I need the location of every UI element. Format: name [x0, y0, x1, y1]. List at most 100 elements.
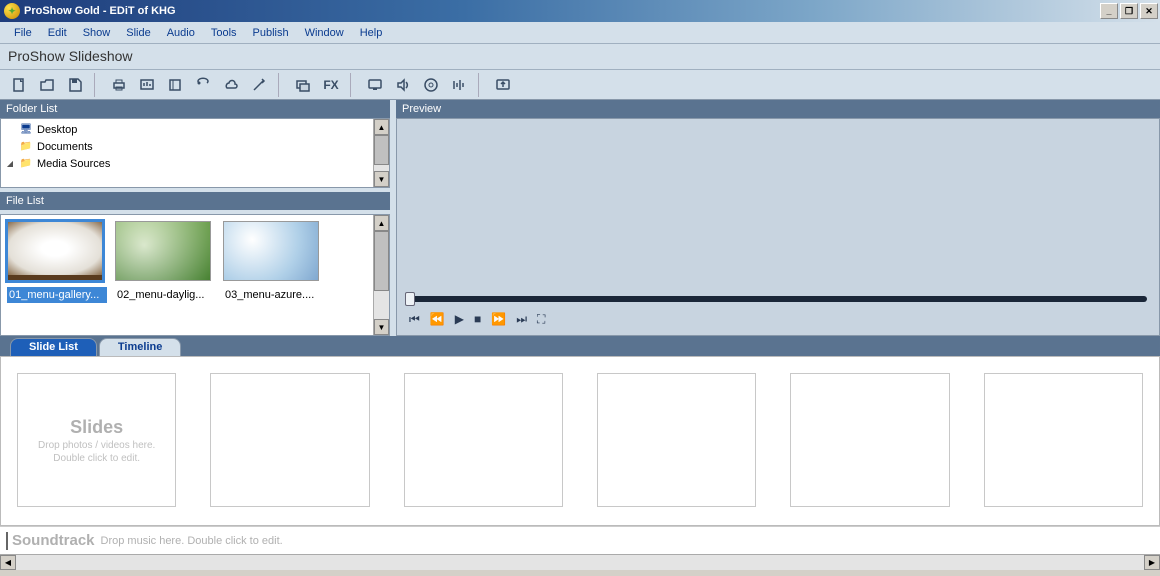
- folder-scrollbar[interactable]: ▲ ▼: [373, 119, 389, 187]
- wizard-icon[interactable]: [134, 73, 160, 97]
- menu-window[interactable]: Window: [299, 24, 350, 42]
- sound-icon[interactable]: [390, 73, 416, 97]
- menu-help[interactable]: Help: [354, 24, 389, 42]
- tab-timeline[interactable]: Timeline: [99, 338, 181, 356]
- scroll-right-icon[interactable]: ▶: [1144, 555, 1160, 570]
- slide-slot[interactable]: Slides Drop photos / videos here. Double…: [17, 373, 176, 507]
- file-thumb[interactable]: 01_menu-gallery...: [7, 221, 107, 303]
- open-icon[interactable]: [34, 73, 60, 97]
- upload-icon[interactable]: [490, 73, 516, 97]
- play-icon[interactable]: ▶: [455, 312, 464, 327]
- save-icon[interactable]: [62, 73, 88, 97]
- slides-placeholder-hint2: Double click to edit.: [53, 453, 140, 464]
- minimize-button[interactable]: _: [1100, 3, 1118, 19]
- window-title: ProShow Gold - EDiT of KHG: [24, 5, 176, 17]
- loop-icon[interactable]: [190, 73, 216, 97]
- folder-label: Documents: [37, 141, 93, 153]
- main-area: Folder List 🖥 Desktop 📁 Documents ◢ 📁 Me…: [0, 100, 1160, 336]
- menu-slide[interactable]: Slide: [120, 24, 156, 42]
- slides-area[interactable]: Slides Drop photos / videos here. Double…: [0, 356, 1160, 526]
- slide-slot[interactable]: [404, 373, 563, 507]
- stop-icon[interactable]: ■: [474, 312, 481, 327]
- soundtrack-area[interactable]: Soundtrack Drop music here. Double click…: [0, 526, 1160, 554]
- file-label: 03_menu-azure....: [223, 287, 323, 303]
- file-thumb[interactable]: 03_menu-azure....: [223, 221, 323, 303]
- timeline-scrollbar[interactable]: ◀ ▶: [0, 554, 1160, 570]
- sparkle-icon[interactable]: [246, 73, 272, 97]
- scroll-left-icon[interactable]: ◀: [0, 555, 16, 570]
- scroll-track[interactable]: [16, 555, 1144, 570]
- slide-options-icon[interactable]: [290, 73, 316, 97]
- window-buttons: _ ❐ ✕: [1100, 3, 1160, 19]
- folder-item-desktop[interactable]: 🖥 Desktop: [3, 121, 387, 138]
- skip-start-icon[interactable]: ⏮: [409, 312, 420, 327]
- folder-list: 🖥 Desktop 📁 Documents ◢ 📁 Media Sources …: [0, 118, 390, 188]
- close-button[interactable]: ✕: [1140, 3, 1158, 19]
- expand-icon[interactable]: ◢: [5, 159, 15, 168]
- menu-show[interactable]: Show: [77, 24, 117, 42]
- playback-controls: ⏮ ⏪ ▶ ■ ⏩ ⏭ ⛶: [397, 312, 1159, 327]
- fast-forward-icon[interactable]: ⏩: [491, 312, 506, 327]
- slide-slot[interactable]: [597, 373, 756, 507]
- skip-end-icon[interactable]: ⏭: [516, 312, 527, 327]
- soundtrack-title: Soundtrack: [12, 532, 95, 549]
- scroll-down-icon[interactable]: ▼: [374, 171, 389, 187]
- fullscreen-icon[interactable]: ⛶: [537, 312, 545, 327]
- slides-placeholder-title: Slides: [70, 417, 123, 438]
- output-icon[interactable]: [362, 73, 388, 97]
- cloud-icon[interactable]: [218, 73, 244, 97]
- slide-slot[interactable]: [210, 373, 369, 507]
- folder-label: Desktop: [37, 124, 77, 136]
- thumbnail-image: [7, 221, 103, 281]
- menu-audio[interactable]: Audio: [161, 24, 201, 42]
- progress-thumb[interactable]: [405, 292, 415, 306]
- slides-placeholder-hint: Drop photos / videos here.: [38, 440, 155, 451]
- scroll-up-icon[interactable]: ▲: [374, 119, 389, 135]
- file-list-header: File List: [0, 192, 390, 210]
- disc-icon[interactable]: [418, 73, 444, 97]
- menu-edit[interactable]: Edit: [42, 24, 73, 42]
- folder-item-media-sources[interactable]: ◢ 📁 Media Sources: [3, 155, 387, 172]
- folder-label: Media Sources: [37, 158, 110, 170]
- progress-bar[interactable]: [409, 296, 1147, 302]
- preview-area: ⏮ ⏪ ▶ ■ ⏩ ⏭ ⛶: [396, 118, 1160, 336]
- folder-icon: 📁: [19, 141, 33, 153]
- tab-slide-list[interactable]: Slide List: [10, 338, 97, 356]
- soundtrack-cursor: [6, 532, 8, 550]
- scroll-up-icon[interactable]: ▲: [374, 215, 389, 231]
- file-label: 02_menu-daylig...: [115, 287, 215, 303]
- scroll-thumb[interactable]: [374, 135, 389, 165]
- file-label: 01_menu-gallery...: [7, 287, 107, 303]
- stream-icon[interactable]: [446, 73, 472, 97]
- thumbnail-image: [115, 221, 211, 281]
- slide-slot[interactable]: [790, 373, 949, 507]
- file-thumb[interactable]: 02_menu-daylig...: [115, 221, 215, 303]
- titlebar: ✦ ProShow Gold - EDiT of KHG _ ❐ ✕: [0, 0, 1160, 22]
- folder-item-documents[interactable]: 📁 Documents: [3, 138, 387, 155]
- rewind-icon[interactable]: ⏪: [430, 312, 445, 327]
- app-icon: ✦: [4, 3, 20, 19]
- menu-publish[interactable]: Publish: [247, 24, 295, 42]
- slide-slot[interactable]: [984, 373, 1143, 507]
- file-scrollbar[interactable]: ▲ ▼: [373, 215, 389, 335]
- soundtrack-hint: Drop music here. Double click to edit.: [101, 535, 283, 547]
- scroll-down-icon[interactable]: ▼: [374, 319, 389, 335]
- desktop-icon: 🖥: [19, 124, 33, 136]
- menu-tools[interactable]: Tools: [205, 24, 243, 42]
- thumbnail-image: [223, 221, 319, 281]
- folder-icon: 📁: [19, 158, 33, 170]
- restore-button[interactable]: ❐: [1120, 3, 1138, 19]
- preview-header: Preview: [396, 100, 1160, 118]
- print-icon[interactable]: [106, 73, 132, 97]
- wizard2-icon[interactable]: [162, 73, 188, 97]
- slideshow-title: ProShow Slideshow: [0, 44, 1160, 70]
- file-list: 01_menu-gallery... 02_menu-daylig... 03_…: [0, 214, 390, 336]
- tab-bar: Slide List Timeline: [0, 336, 1160, 356]
- new-icon[interactable]: [6, 73, 32, 97]
- menubar: File Edit Show Slide Audio Tools Publish…: [0, 22, 1160, 44]
- menu-file[interactable]: File: [8, 24, 38, 42]
- left-column: Folder List 🖥 Desktop 📁 Documents ◢ 📁 Me…: [0, 100, 390, 336]
- scroll-thumb[interactable]: [374, 231, 389, 291]
- right-column: Preview ⏮ ⏪ ▶ ■ ⏩ ⏭ ⛶: [396, 100, 1160, 336]
- fx-button[interactable]: FX: [318, 73, 344, 97]
